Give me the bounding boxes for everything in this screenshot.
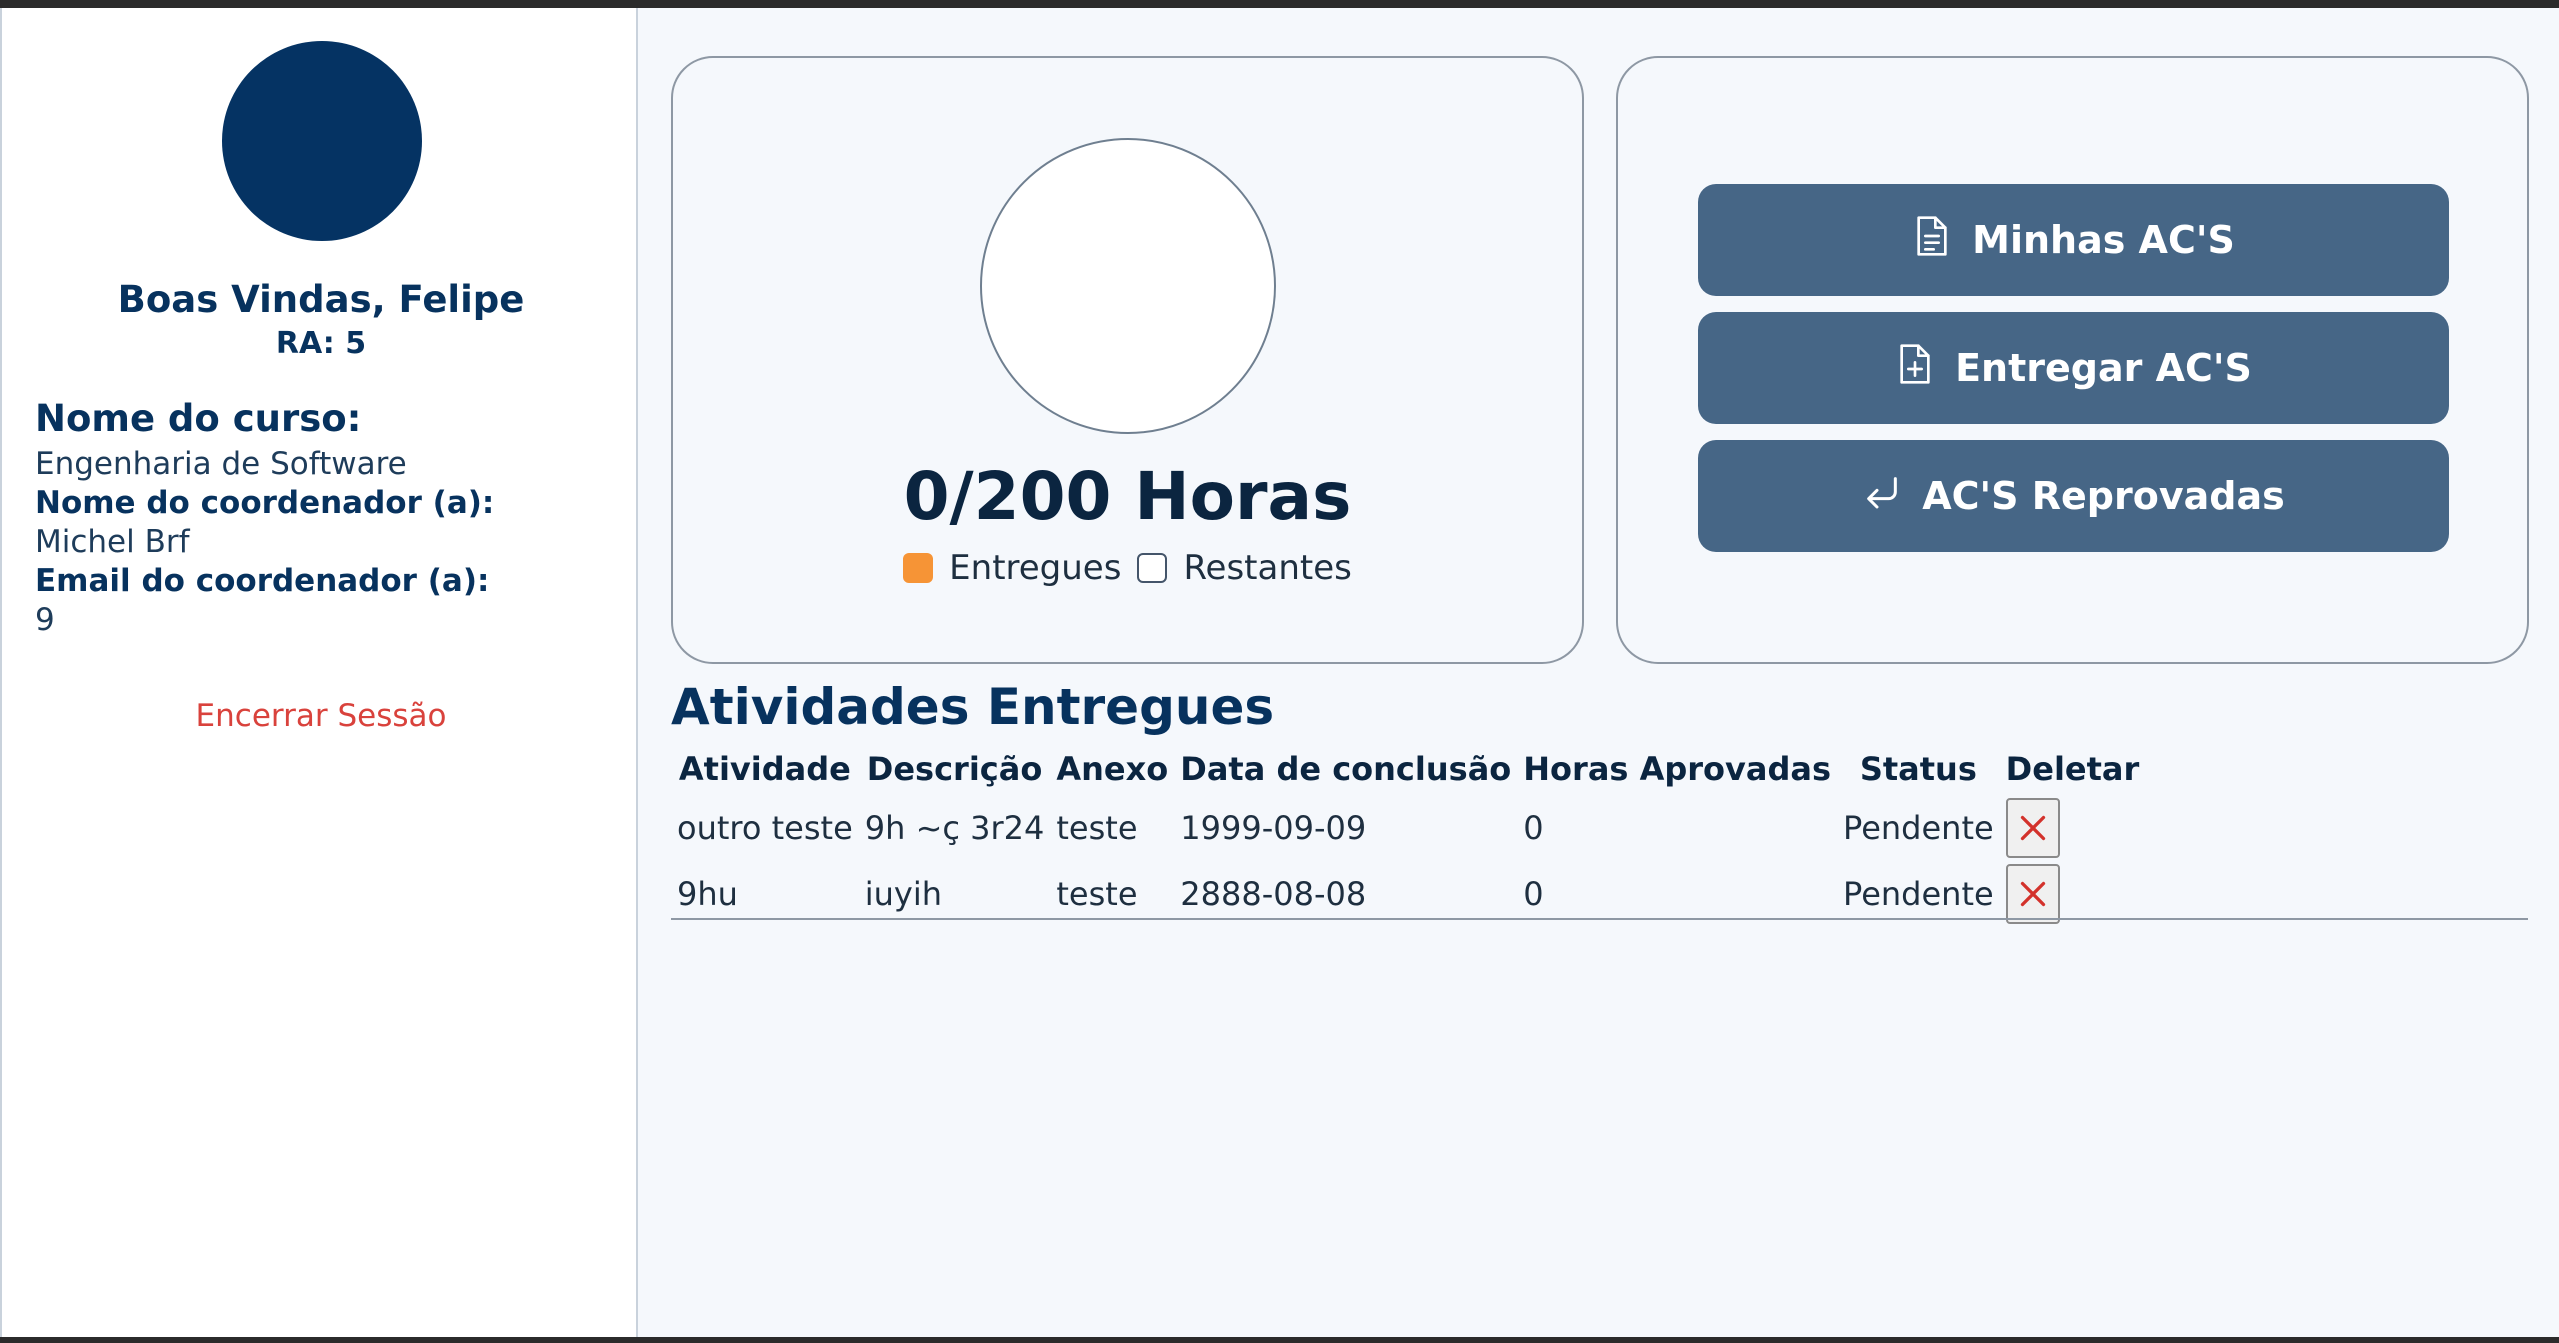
header-status: Status — [1859, 750, 1977, 788]
table-row: outro teste 9h ~ç 3r24 teste 1999-09-09 … — [671, 795, 2145, 861]
return-arrow-icon — [1862, 472, 1922, 521]
actions-card: Minhas AC'S Entregar AC'S AC'S Reprovada… — [1616, 56, 2529, 664]
cell-delete — [2000, 795, 2146, 861]
hours-progress-card: 0/200 Horas Entregues Restantes — [671, 56, 1584, 664]
legend-swatch-delivered — [903, 553, 934, 583]
activities-title: Atividades Entregues — [671, 678, 1275, 736]
my-acs-button[interactable]: Minhas AC'S — [1698, 184, 2449, 296]
header-delete: Deletar — [2005, 750, 2140, 788]
table-divider — [671, 918, 2528, 920]
avatar — [222, 41, 422, 241]
cell-status: Pendente — [1843, 809, 1994, 847]
cell-completion-date: 1999-09-09 — [1180, 809, 1367, 847]
course-label: Nome do curso: — [35, 397, 362, 440]
header-approved-hours: Horas Aprovadas — [1523, 750, 1832, 788]
header-activity: Atividade — [678, 750, 851, 788]
header-attachment: Anexo — [1056, 750, 1169, 788]
legend-swatch-remaining — [1137, 553, 1168, 583]
sidebar: Boas Vindas, Felipe RA: 5 Nome do curso:… — [0, 8, 638, 1337]
document-icon — [1912, 214, 1972, 267]
cell-activity: outro teste — [677, 809, 853, 847]
header-description: Descrição — [866, 750, 1043, 788]
hours-legend: Entregues Restantes — [673, 548, 1582, 588]
student-ra: RA: 5 — [275, 326, 367, 361]
close-icon — [2020, 815, 2045, 841]
app-window: Boas Vindas, Felipe RA: 5 Nome do curso:… — [0, 8, 2559, 1337]
course-value: Engenharia de Software — [35, 446, 407, 482]
hours-donut-chart — [980, 138, 1276, 434]
cell-description: 9h ~ç 3r24 — [864, 809, 1045, 847]
cell-approved-hours: 0 — [1523, 809, 1544, 847]
email-value: 9 — [35, 602, 55, 638]
course-info: Nome do curso: Engenharia de Software No… — [35, 393, 616, 639]
rejected-acs-label: AC'S Reprovadas — [1922, 474, 2285, 518]
document-plus-icon — [1895, 342, 1955, 395]
coordinator-label: Nome do coordenador (a): — [35, 485, 495, 521]
close-icon — [2020, 881, 2045, 907]
legend-label-remaining: Restantes — [1183, 548, 1352, 588]
rejected-acs-button[interactable]: AC'S Reprovadas — [1698, 440, 2449, 552]
my-acs-label: Minhas AC'S — [1972, 218, 2235, 262]
welcome-text: Boas Vindas, Felipe — [117, 278, 525, 321]
cell-attachment: teste — [1056, 809, 1138, 847]
legend-label-delivered: Entregues — [949, 548, 1122, 588]
hours-total: 0/200 Horas — [903, 458, 1352, 535]
deliver-acs-label: Entregar AC'S — [1955, 346, 2252, 390]
header-completion-date: Data de conclusão — [1180, 750, 1512, 788]
logout-link[interactable]: Encerrar Sessão — [2, 698, 640, 734]
deliver-acs-button[interactable]: Entregar AC'S — [1698, 312, 2449, 424]
delete-button[interactable] — [2005, 864, 2060, 924]
delete-button[interactable] — [2005, 798, 2060, 858]
table-header-row: Atividade Descrição Anexo Data de conclu… — [671, 743, 2145, 795]
activities-table: Atividade Descrição Anexo Data de conclu… — [671, 743, 2145, 927]
email-label: Email do coordenador (a): — [35, 563, 490, 599]
coordinator-value: Michel Brf — [35, 524, 190, 560]
